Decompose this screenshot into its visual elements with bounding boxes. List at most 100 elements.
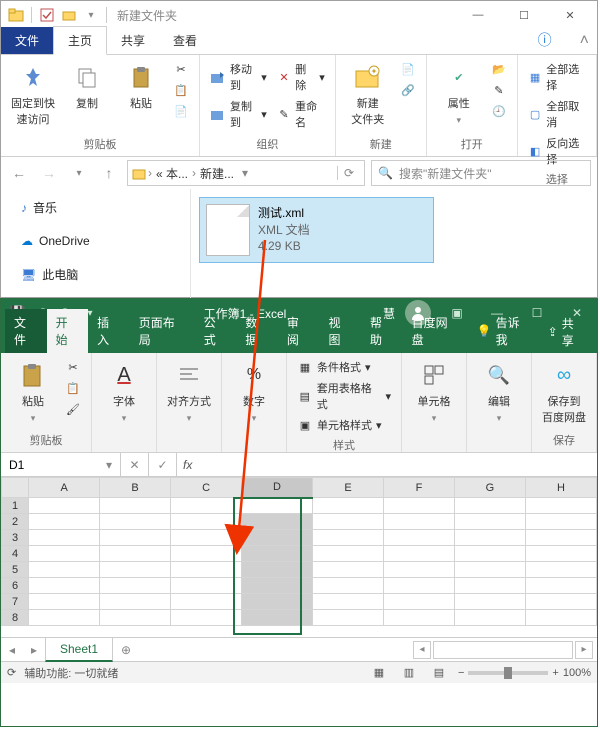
file-item[interactable]: 测试.xml XML 文档 4.29 KB: [199, 197, 434, 263]
history-button[interactable]: 🕘: [487, 101, 511, 121]
back-button[interactable]: ←: [7, 161, 31, 185]
cancel-fx-icon[interactable]: ✕: [121, 453, 149, 476]
easyaccess-button[interactable]: 🔗: [396, 80, 420, 100]
checkbox-icon[interactable]: [39, 7, 55, 23]
col-header[interactable]: B: [100, 478, 171, 498]
copyto-button[interactable]: 复制到 ▾: [206, 96, 271, 132]
row-header[interactable]: 6: [2, 578, 29, 594]
row-header[interactable]: 8: [2, 610, 29, 626]
sheet-first-icon[interactable]: ◂: [1, 643, 23, 657]
cut-button[interactable]: ✂: [169, 59, 193, 79]
col-header[interactable]: E: [313, 478, 384, 498]
cells-group[interactable]: 单元格▾: [408, 357, 460, 428]
row-header[interactable]: 7: [2, 594, 29, 610]
namebox[interactable]: D1▾: [1, 453, 121, 476]
pasteshortcut-button[interactable]: 📄: [169, 101, 193, 121]
sidebar-item-onedrive[interactable]: ☁OneDrive: [1, 230, 190, 252]
open-button[interactable]: 📂: [487, 59, 511, 79]
tab-tell[interactable]: 💡告诉我: [468, 309, 540, 353]
col-header[interactable]: A: [29, 478, 100, 498]
spreadsheet-grid[interactable]: A B C D E F G H 1 2 3 4 5 6 7 8: [1, 477, 597, 637]
zoom-value[interactable]: 100%: [563, 667, 591, 679]
tab-data[interactable]: 数据: [236, 309, 278, 353]
tab-help[interactable]: 帮助: [361, 309, 403, 353]
formatpainter-icon[interactable]: 🖌: [61, 399, 85, 419]
rename-button[interactable]: ✎重命名: [273, 96, 329, 132]
pin-button[interactable]: 固定到快 速访问: [7, 59, 59, 131]
refresh-icon[interactable]: ⟳: [337, 166, 360, 180]
row-header[interactable]: 3: [2, 530, 29, 546]
cellfmt-button[interactable]: ▣单元格样式 ▾: [293, 415, 395, 435]
row-header[interactable]: 1: [2, 498, 29, 514]
tab-review[interactable]: 审阅: [278, 309, 320, 353]
copy-button[interactable]: 复制: [61, 59, 113, 115]
fx-icon[interactable]: fx: [177, 458, 198, 472]
close-button[interactable]: ✕: [547, 1, 593, 29]
sheet-last-icon[interactable]: ▸: [23, 643, 45, 657]
tab-file[interactable]: 文件: [1, 27, 53, 54]
sidebar-item-music[interactable]: ♪音乐: [1, 195, 190, 220]
selectnone-button[interactable]: ▢全部取消: [524, 96, 590, 132]
enter-fx-icon[interactable]: ✓: [149, 453, 177, 476]
row-header[interactable]: 2: [2, 514, 29, 530]
edit-button[interactable]: ✎: [487, 80, 511, 100]
tab-baidu[interactable]: 百度网盘: [403, 309, 468, 353]
breadcrumb[interactable]: › « 本... › 新建... ▾ ⟳: [127, 160, 365, 186]
col-header-selected[interactable]: D: [242, 478, 313, 498]
tab-view[interactable]: 查看: [159, 27, 211, 54]
col-header[interactable]: F: [383, 478, 454, 498]
delete-button[interactable]: ✕删除 ▾: [273, 59, 329, 95]
zoom-control[interactable]: − + 100%: [458, 667, 591, 679]
savebaidu-button[interactable]: ∞保存到 百度网盘: [538, 357, 590, 429]
tab-home[interactable]: 主页: [53, 26, 107, 55]
maximize-button[interactable]: ☐: [501, 1, 547, 29]
row-header[interactable]: 4: [2, 546, 29, 562]
paste-button[interactable]: 粘贴: [115, 59, 167, 115]
row-header[interactable]: 5: [2, 562, 29, 578]
copy-icon[interactable]: 📋: [61, 378, 85, 398]
paste-button[interactable]: 粘贴▾: [7, 357, 59, 428]
share-button[interactable]: ⇪共享: [540, 311, 593, 353]
help-icon[interactable]: ⓘ: [534, 26, 556, 54]
newfolder-button[interactable]: ✦新建 文件夹: [342, 59, 394, 131]
qat-dropdown-icon[interactable]: ▾: [83, 7, 99, 23]
ribbon-collapse-icon[interactable]: ˄: [572, 28, 597, 54]
tab-share[interactable]: 共享: [107, 27, 159, 54]
sheet-tab[interactable]: Sheet1: [45, 638, 113, 662]
accessibility-icon[interactable]: ⟳: [7, 666, 16, 679]
tab-home[interactable]: 开始: [47, 309, 89, 353]
tab-insert[interactable]: 插入: [88, 309, 130, 353]
tab-layout[interactable]: 页面布局: [130, 309, 195, 353]
selectall-button[interactable]: ▦全部选择: [524, 59, 590, 95]
scroll-right-icon[interactable]: ▸: [575, 641, 593, 659]
newitem-button[interactable]: 📄: [396, 59, 420, 79]
search-input[interactable]: 🔍 搜索"新建文件夹": [371, 160, 591, 186]
folder-small-icon[interactable]: [61, 7, 77, 23]
normal-view-icon[interactable]: ▦: [368, 664, 390, 682]
minimize-button[interactable]: —: [455, 1, 501, 29]
editing-group[interactable]: 🔍编辑▾: [473, 357, 525, 428]
moveto-button[interactable]: 移动到 ▾: [206, 59, 271, 95]
horizontal-scrollbar[interactable]: [433, 641, 573, 659]
tab-file[interactable]: 文件: [5, 309, 47, 353]
pagelayout-view-icon[interactable]: ▥: [398, 664, 420, 682]
properties-button[interactable]: ✔属性▾: [433, 59, 485, 130]
copypath-button[interactable]: 📋: [169, 80, 193, 100]
tablefmt-button[interactable]: ▤套用表格格式 ▾: [293, 378, 395, 414]
pagebreak-view-icon[interactable]: ▤: [428, 664, 450, 682]
font-group[interactable]: A字体▾: [98, 357, 150, 428]
col-header[interactable]: G: [454, 478, 525, 498]
sidebar-item-thispc[interactable]: 🖥此电脑: [1, 262, 190, 287]
forward-button[interactable]: →: [37, 161, 61, 185]
col-header[interactable]: H: [525, 478, 596, 498]
cut-icon[interactable]: ✂: [61, 357, 85, 377]
zoom-slider[interactable]: [468, 671, 548, 675]
tab-formula[interactable]: 公式: [195, 309, 237, 353]
explorer-file-area[interactable]: 测试.xml XML 文档 4.29 KB: [191, 189, 597, 299]
zoom-in-icon[interactable]: +: [552, 667, 558, 679]
scroll-left-icon[interactable]: ◂: [413, 641, 431, 659]
select-all-cell[interactable]: [2, 478, 29, 498]
recent-button[interactable]: ▾: [67, 161, 91, 185]
zoom-out-icon[interactable]: −: [458, 667, 464, 679]
col-header[interactable]: C: [171, 478, 242, 498]
